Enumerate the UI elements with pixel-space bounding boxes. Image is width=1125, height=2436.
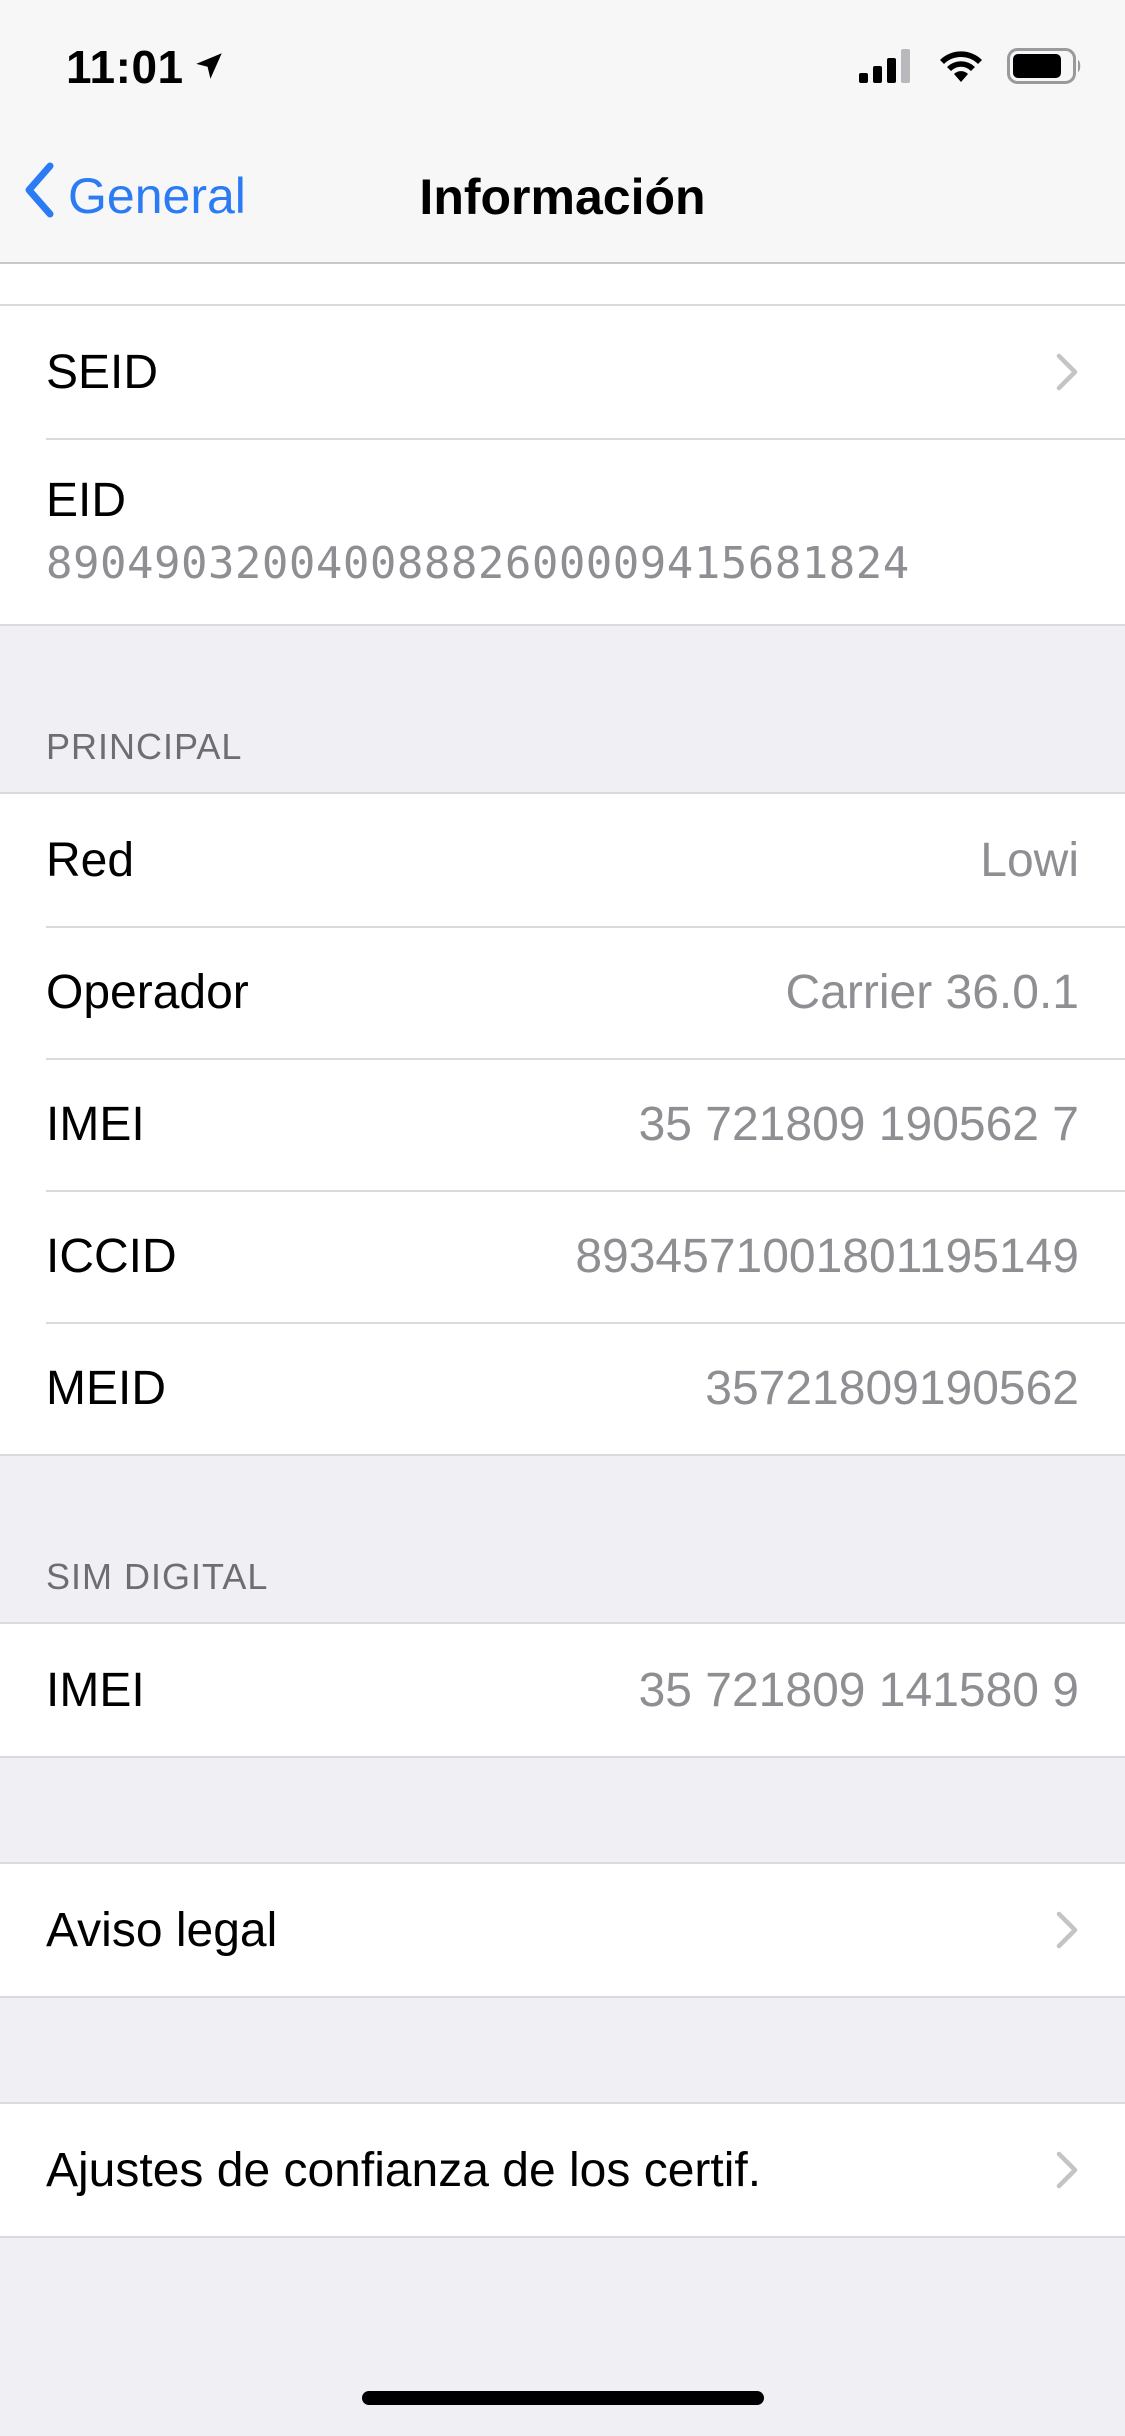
battery-icon [1007,48,1083,89]
meid-row: MEID 35721809190562 [0,1322,1125,1454]
cellular-signal-icon [859,49,915,88]
network-row: Red Lowi [0,794,1125,926]
wifi-icon [937,48,985,89]
esim-imei-value: 35 721809 141580 9 [638,1663,1079,1717]
eid-row[interactable]: EID 89049032004008882600009415681824 [0,438,1125,624]
navigation-bar: General Información [0,132,1125,264]
iccid-value: 8934571001801195149 [575,1229,1079,1283]
meid-value: 35721809190562 [705,1361,1079,1415]
status-time: 11:01 [66,40,226,94]
iccid-row: ICCID 8934571001801195149 [0,1190,1125,1322]
network-value: Lowi [980,833,1079,887]
legal-notice-label: Aviso legal [46,1903,278,1957]
certificate-trust-label: Ajustes de confianza de los certif. [46,2143,762,2197]
chevron-right-icon [1055,352,1079,392]
page-title: Información [419,169,706,225]
home-indicator[interactable] [362,2391,764,2405]
time-label: 11:01 [66,41,184,93]
sim-digital-group: IMEI 35 721809 141580 9 [0,1622,1125,1758]
legal-notice-row[interactable]: Aviso legal [0,1864,1125,1996]
content-scroll[interactable]: SEID EID 8904903200400888260000941568182… [0,264,1125,2238]
iccid-label: ICCID [46,1229,177,1283]
section-header-principal: PRINCIPAL [46,726,243,767]
seid-label: SEID [46,345,159,399]
carrier-value: Carrier 36.0.1 [785,965,1079,1019]
location-arrow-icon [192,40,226,94]
chevron-right-icon [1055,1910,1079,1950]
imei-label: IMEI [46,1097,145,1151]
imei-row: IMEI 35 721809 190562 7 [0,1058,1125,1190]
identifiers-group: SEID EID 8904903200400888260000941568182… [0,304,1125,626]
status-bar: 11:01 [0,0,1125,132]
eid-value: 89049032004008882600009415681824 [46,538,910,589]
carrier-row: Operador Carrier 36.0.1 [0,926,1125,1058]
esim-imei-row: IMEI 35 721809 141580 9 [0,1624,1125,1756]
principal-group: Red Lowi Operador Carrier 36.0.1 IMEI 35… [0,792,1125,1456]
network-label: Red [46,833,135,887]
certificate-trust-row[interactable]: Ajustes de confianza de los certif. [0,2104,1125,2236]
status-icons [859,48,1083,89]
meid-label: MEID [46,1361,166,1415]
seid-row[interactable]: SEID [0,306,1125,438]
eid-label: EID [46,474,127,527]
top-cell-partial [0,264,1125,304]
certificates-group: Ajustes de confianza de los certif. [0,2102,1125,2238]
esim-imei-label: IMEI [46,1663,145,1717]
legal-group: Aviso legal [0,1862,1125,1998]
section-header-sim-digital: SIM DIGITAL [46,1556,269,1597]
imei-value: 35 721809 190562 7 [638,1097,1079,1151]
chevron-right-icon [1055,2150,1079,2190]
carrier-label: Operador [46,965,249,1019]
